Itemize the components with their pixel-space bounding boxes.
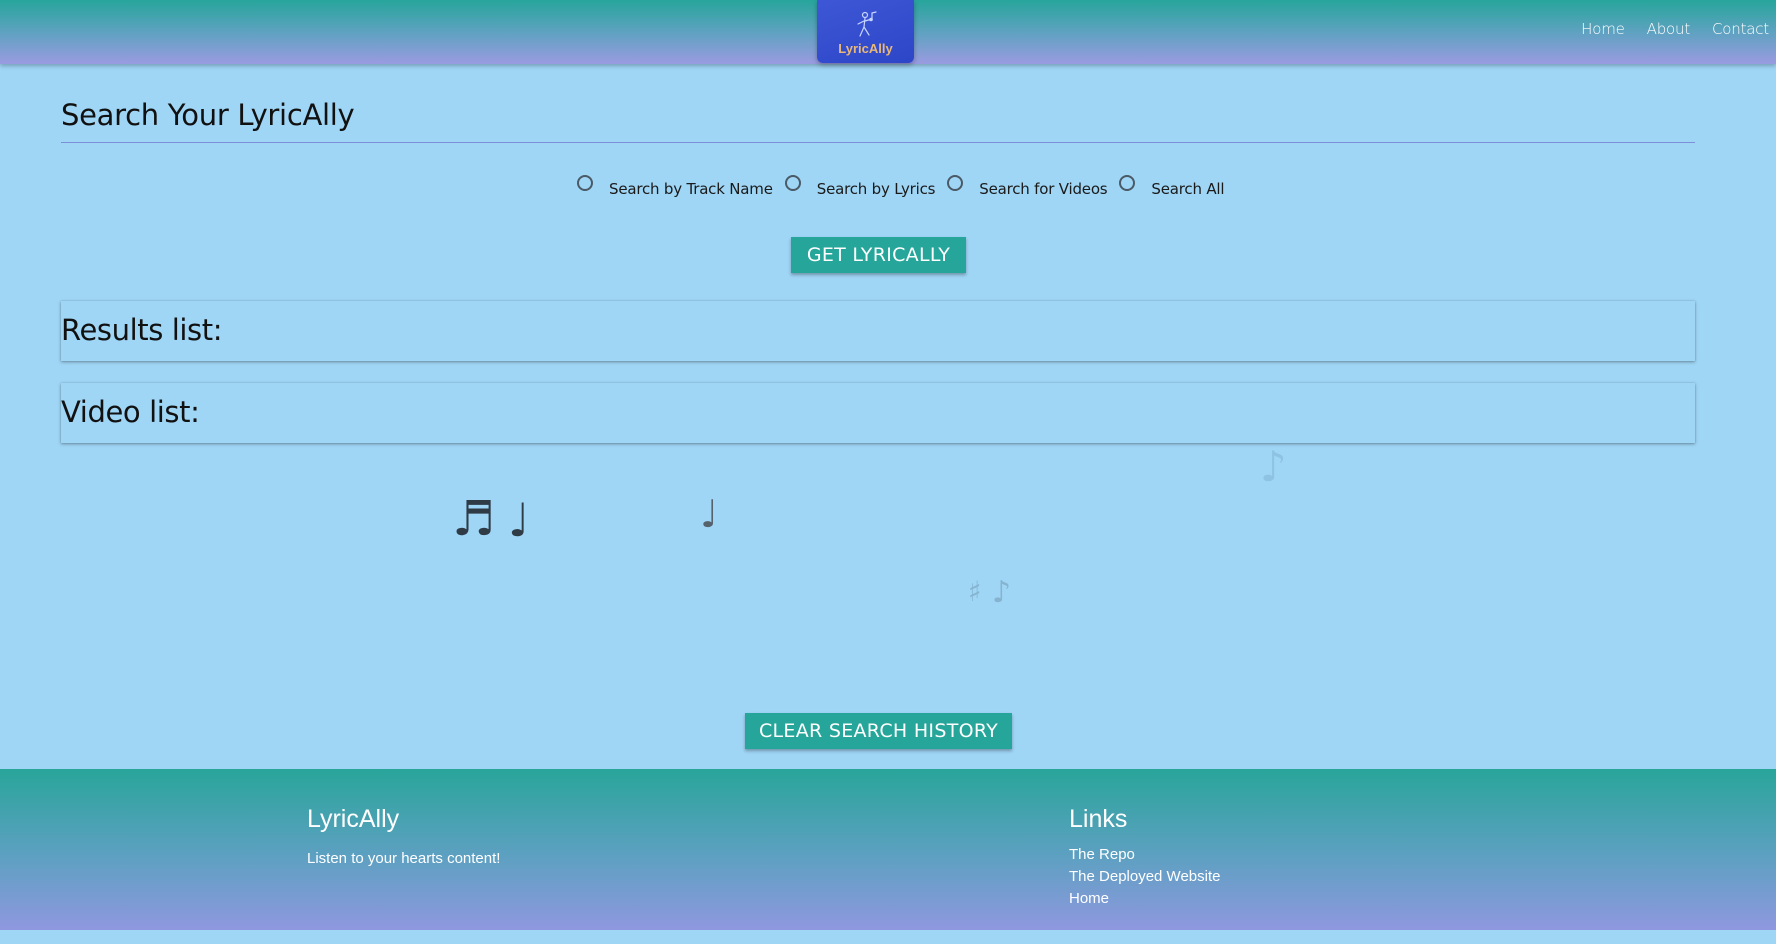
navbar: LyricAlly Home About Contact [0,0,1776,64]
music-note-icon: ♬ [452,491,496,547]
radio-lyrics[interactable]: Search by Lyrics [784,174,936,198]
footer-link-deployed[interactable]: The Deployed Website [1069,866,1220,888]
radio-videos[interactable]: Search for Videos [947,174,1108,198]
footer-brand: LyricAlly Listen to your hearts content! [307,805,500,867]
radio-track-name[interactable]: Search by Track Name [577,174,773,198]
bottom-strip [0,930,1776,944]
footer-links: Links The Repo The Deployed Website Home [1069,805,1220,910]
music-note-icon: ♩ [508,493,530,547]
video-heading: Video list: [61,395,200,429]
nav-contact-link[interactable]: Contact [1697,20,1776,38]
footer-link-home[interactable]: Home [1069,888,1220,910]
title-divider [61,142,1695,143]
logo-text: LyricAlly [838,40,893,56]
clear-search-history-button[interactable]: CLEAR SEARCH HISTORY [745,713,1012,749]
radio-label: Search by Track Name [609,180,773,198]
footer-link-repo[interactable]: The Repo [1069,844,1220,866]
sharp-icon: ♯ [968,575,982,608]
radio-label: Search All [1151,180,1225,198]
results-panel: Results list: [61,301,1695,361]
get-lyrically-button[interactable]: GET LYRICALLY [791,237,966,273]
radio-all[interactable]: Search All [1119,174,1225,198]
radio-circle-icon[interactable] [784,175,801,191]
page-title: Search Your LyricAlly [61,98,355,132]
search-type-radio-group: Search by Track Name Search by Lyrics Se… [577,174,1236,198]
radio-circle-icon[interactable] [1119,175,1136,191]
footer-title: LyricAlly [307,805,400,833]
music-figure-icon [856,10,877,37]
radio-label: Search by Lyrics [816,180,936,198]
logo[interactable]: LyricAlly [817,0,914,63]
nav-links: Home About Contact [1566,20,1776,38]
radio-label: Search for Videos [979,180,1108,198]
footer-links-title: Links [1069,805,1128,833]
music-note-icon: ♪ [992,575,1012,610]
nav-about-link[interactable]: About [1632,20,1697,38]
results-heading: Results list: [61,313,223,347]
radio-circle-icon[interactable] [947,175,964,191]
radio-circle-icon[interactable] [577,175,593,191]
footer: LyricAlly Listen to your hearts content!… [0,769,1776,930]
nav-home-link[interactable]: Home [1566,20,1632,38]
music-note-icon: ♪ [1260,442,1287,491]
music-note-icon: ♩ [700,492,718,536]
video-panel: Video list: [61,383,1695,443]
footer-tagline: Listen to your hearts content! [307,850,501,867]
